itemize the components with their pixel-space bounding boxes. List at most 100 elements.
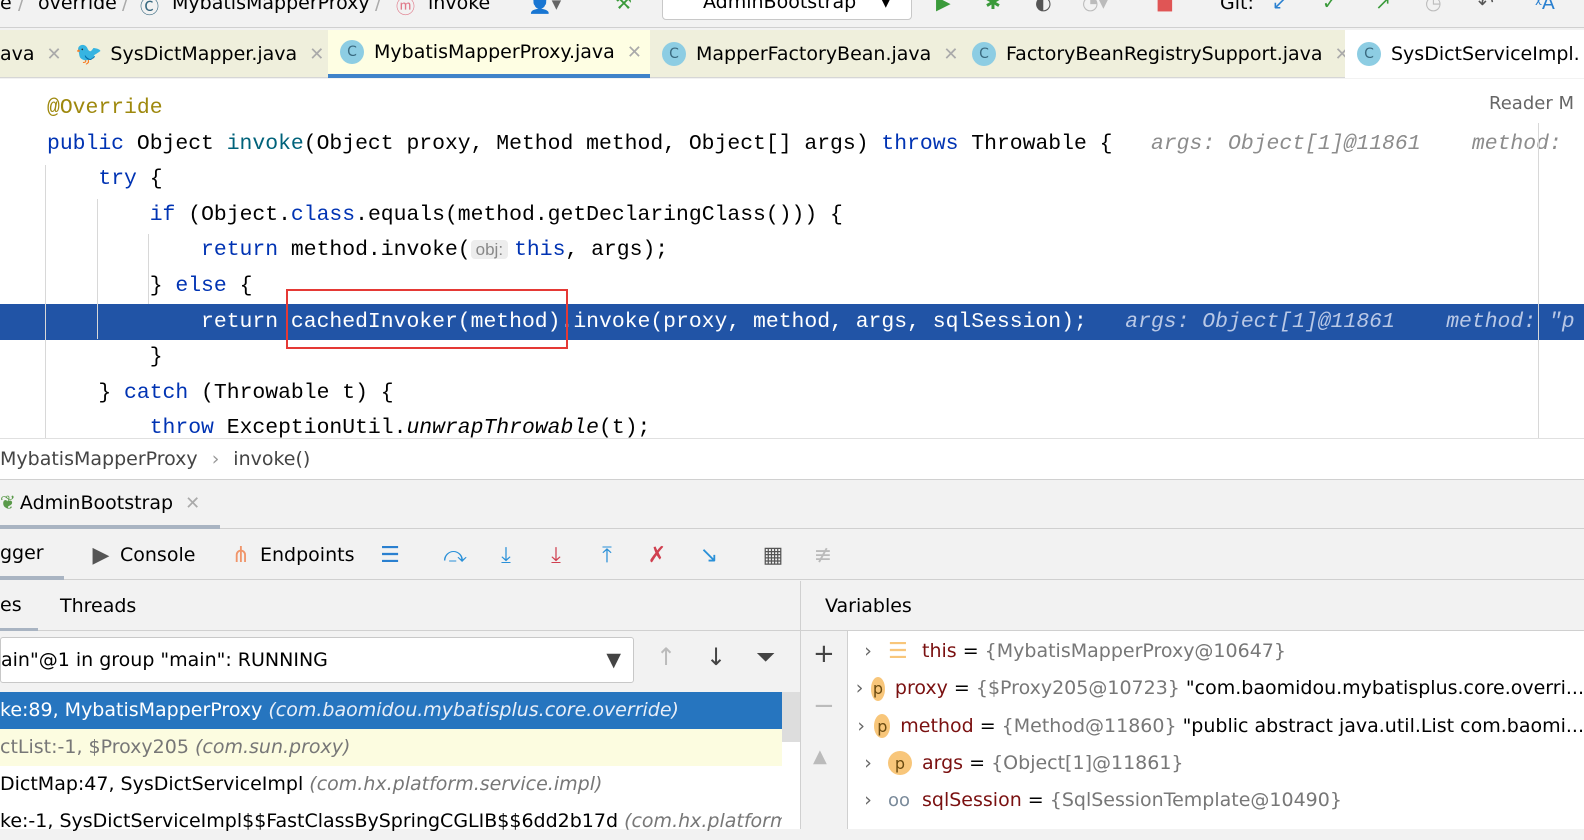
variable-node[interactable]: › p proxy = {$Proxy205@10723} "com.baomidou… bbox=[848, 670, 1584, 707]
crumb-separator: / bbox=[375, 0, 382, 14]
tab-frames[interactable]: es bbox=[0, 581, 38, 631]
tab-sysdictmapper[interactable]: 🐦 SysDictMapper.java ✕ bbox=[65, 30, 328, 78]
force-step-into-button[interactable]: ⤓ bbox=[541, 530, 571, 580]
drop-frame-icon: ✗ bbox=[647, 542, 667, 568]
show-execution-point-button[interactable]: ☰ bbox=[375, 530, 405, 580]
thread-selector[interactable]: ain"@1 in group "main": RUNNING ▼ bbox=[0, 637, 634, 683]
step-over-button[interactable]: ⤼ bbox=[440, 530, 470, 580]
trace-button[interactable]: ≢ bbox=[808, 530, 838, 580]
chevron-right-icon: › bbox=[211, 448, 220, 470]
code-token: @Override bbox=[47, 96, 163, 120]
crumb[interactable]: invoke bbox=[428, 0, 490, 14]
git-push-icon[interactable]: ↗ bbox=[1375, 0, 1391, 14]
tab-label: MapperFactoryBean.java bbox=[696, 43, 932, 65]
filter-icon[interactable]: ⏷ bbox=[756, 643, 775, 671]
stack-frame[interactable]: DictMap:47, SysDictServiceImpl (com.hx.p… bbox=[0, 766, 782, 803]
chevron-right-icon[interactable]: › bbox=[848, 782, 888, 819]
run-to-cursor-button[interactable]: ↘ bbox=[694, 530, 724, 580]
breadcrumb-item[interactable]: MybatisMapperProxy bbox=[0, 448, 198, 470]
parameter-hint: obj: bbox=[470, 240, 509, 260]
coverage-icon[interactable]: ◐ bbox=[1035, 0, 1052, 14]
add-watch-icon[interactable]: + bbox=[813, 639, 835, 669]
code-token: unwrapThrowable bbox=[406, 416, 600, 438]
crumb[interactable]: e bbox=[0, 0, 12, 14]
close-icon[interactable]: ✕ bbox=[1335, 44, 1345, 65]
chevron-right-icon[interactable]: › bbox=[848, 708, 874, 745]
rollback-icon[interactable]: ↶ bbox=[1478, 0, 1494, 14]
tab-endpoints[interactable]: ⋔ Endpoints bbox=[226, 530, 355, 580]
variables-toolbar: + − ▲ bbox=[801, 631, 848, 829]
translate-icon[interactable]: ᵡA bbox=[1535, 0, 1555, 14]
code-line[interactable]: } else { bbox=[0, 268, 1584, 304]
code-line[interactable]: @Override bbox=[0, 90, 1584, 126]
code-token: else bbox=[175, 274, 227, 298]
git-commit-icon[interactable]: ✓ bbox=[1322, 0, 1338, 14]
move-up-icon[interactable]: ▲ bbox=[813, 746, 827, 767]
step-into-button[interactable]: ⤓ bbox=[491, 530, 521, 580]
variable-node[interactable]: › ☰ this = {MybatisMapperProxy@10647} bbox=[848, 633, 1584, 670]
crumb[interactable]: MybatisMapperProxy bbox=[172, 0, 370, 14]
tab-debugger[interactable]: gger bbox=[0, 530, 64, 580]
tab-label: FactoryBeanRegistrySupport.java bbox=[1006, 43, 1323, 65]
chevron-right-icon[interactable]: › bbox=[848, 745, 888, 782]
code-editor[interactable]: Reader M @Override public Object invoke(O… bbox=[0, 79, 1584, 438]
code-token: catch bbox=[124, 380, 189, 405]
chevron-down-icon: ▾ bbox=[881, 0, 891, 13]
close-icon[interactable]: ✕ bbox=[627, 42, 642, 63]
close-icon[interactable]: ✕ bbox=[943, 44, 958, 65]
build-hammer-icon[interactable]: ⚒ bbox=[615, 0, 632, 14]
chevron-right-icon[interactable]: › bbox=[848, 633, 888, 670]
code-token: throw bbox=[149, 416, 214, 438]
stop-icon[interactable]: ■ bbox=[1156, 0, 1174, 14]
code-token: if bbox=[149, 202, 176, 227]
variable-node[interactable]: › p args = {Object[1]@11861} bbox=[848, 745, 1584, 782]
debug-icon[interactable]: ✱ bbox=[985, 0, 1001, 14]
stack-frame[interactable]: ctList:-1, $Proxy205 (com.sun.proxy) bbox=[0, 729, 782, 766]
crumb[interactable]: override bbox=[38, 0, 117, 14]
history-icon[interactable]: ◷ bbox=[1425, 0, 1442, 14]
user-icon[interactable]: 👤▾ bbox=[528, 0, 561, 15]
frames-scrollbar[interactable] bbox=[782, 692, 800, 742]
code-token: (Object proxy, Method method, Object[] a… bbox=[303, 131, 882, 156]
stack-frame[interactable]: ke:-1, SysDictServiceImpl$$FastClassBySp… bbox=[0, 803, 782, 840]
close-icon[interactable]: ✕ bbox=[185, 493, 200, 514]
evaluate-expression-button[interactable]: ▦ bbox=[758, 530, 788, 580]
code-token: Object bbox=[136, 131, 227, 156]
code-line[interactable]: } bbox=[0, 339, 1584, 375]
profile-icon[interactable]: ◔▾ bbox=[1082, 0, 1108, 14]
tab-factorybeanregistrysupport[interactable]: C FactoryBeanRegistrySupport.java ✕ bbox=[960, 30, 1345, 78]
tab-threads[interactable]: Threads bbox=[60, 581, 136, 631]
variable-node[interactable]: › oo sqlSession = {SqlSessionTemplate@1049… bbox=[848, 782, 1584, 819]
step-out-button[interactable]: ⤒ bbox=[592, 530, 622, 580]
class-icon: Ⓒ bbox=[140, 0, 160, 18]
run-icon[interactable]: ▶ bbox=[936, 0, 951, 14]
git-update-icon[interactable]: ↙ bbox=[1272, 0, 1288, 14]
thread-selected-value: ain"@1 in group "main": RUNNING bbox=[1, 649, 328, 671]
code-line[interactable]: public Object invoke(Object proxy, Metho… bbox=[0, 126, 1584, 162]
code-line[interactable]: try { bbox=[0, 161, 1584, 197]
tab-partial[interactable]: ava ✕ bbox=[0, 30, 65, 78]
watch-glasses-icon: oo bbox=[888, 790, 911, 812]
tab-mybatismapperproxy[interactable]: C MybatisMapperProxy.java ✕ bbox=[328, 30, 650, 78]
tab-sysdictserviceimpl[interactable]: C SysDictServiceImpl. bbox=[1345, 30, 1584, 78]
tab-console[interactable]: ▶ Console bbox=[86, 530, 196, 580]
chevron-right-icon[interactable]: › bbox=[848, 670, 871, 707]
code-line[interactable]: if (Object.class.equals(method.getDeclar… bbox=[0, 197, 1584, 233]
tab-adminbootstrap[interactable]: ❦ AdminBootstrap ✕ bbox=[0, 481, 220, 529]
remove-watch-icon[interactable]: − bbox=[813, 691, 835, 721]
close-icon[interactable]: ✕ bbox=[309, 44, 324, 65]
breadcrumb-item[interactable]: invoke() bbox=[233, 448, 310, 470]
code-line[interactable]: return method.invoke(obj: this, args); bbox=[0, 232, 1584, 268]
tab-mapperfactorybean[interactable]: C MapperFactoryBean.java ✕ bbox=[650, 30, 960, 78]
code-line-current-execution[interactable]: return cachedInvoker(method).invoke(prox… bbox=[0, 303, 1584, 340]
tab-label: MybatisMapperProxy.java bbox=[374, 41, 615, 63]
previous-frame-icon[interactable]: ↑ bbox=[656, 643, 676, 671]
code-line[interactable]: throw ExceptionUtil.unwrapThrowable(t); bbox=[0, 410, 1584, 438]
drop-frame-button[interactable]: ✗ bbox=[642, 530, 672, 580]
stack-frame[interactable]: ke:89, MybatisMapperProxy (com.baomidou.… bbox=[0, 692, 782, 729]
next-frame-icon[interactable]: ↓ bbox=[706, 643, 726, 671]
close-icon[interactable]: ✕ bbox=[47, 44, 62, 65]
variable-node[interactable]: › p method = {Method@11860} "public abstrac… bbox=[848, 708, 1584, 745]
code-line[interactable]: } catch (Throwable t) { bbox=[0, 375, 1584, 411]
run-configuration-dropdown[interactable]: AdminBootstrap ▾ bbox=[662, 0, 912, 20]
